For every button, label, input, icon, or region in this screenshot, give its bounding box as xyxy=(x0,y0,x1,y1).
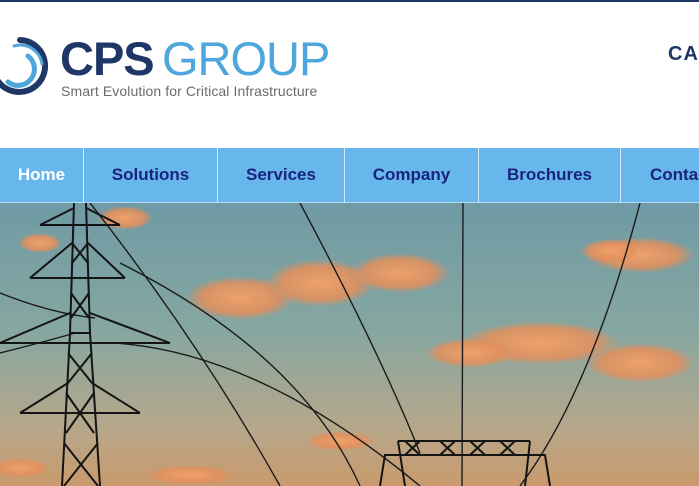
nav-item-company[interactable]: Company xyxy=(345,148,479,202)
hero-banner-image xyxy=(0,203,699,486)
logo-tagline: Smart Evolution for Critical Infrastruct… xyxy=(61,83,318,99)
site-header: CPS GROUP Smart Evolution for Critical I… xyxy=(0,2,699,148)
cps-swirl-logo-icon xyxy=(0,37,48,95)
main-nav-bar: Home Solutions Services Company Brochure… xyxy=(0,148,699,203)
logo-wordmark-group: GROUP xyxy=(162,32,330,85)
nav-item-contact[interactable]: Contac xyxy=(621,148,699,202)
nav-item-home[interactable]: Home xyxy=(0,148,84,202)
nav-item-brochures[interactable]: Brochures xyxy=(479,148,621,202)
header-cta-link[interactable]: CA xyxy=(668,43,699,66)
nav-item-solutions[interactable]: Solutions xyxy=(84,148,218,202)
hero-transmission-towers-image xyxy=(0,203,699,486)
nav-item-services[interactable]: Services xyxy=(218,148,345,202)
logo-wordmark-cps: CPS xyxy=(60,32,155,85)
